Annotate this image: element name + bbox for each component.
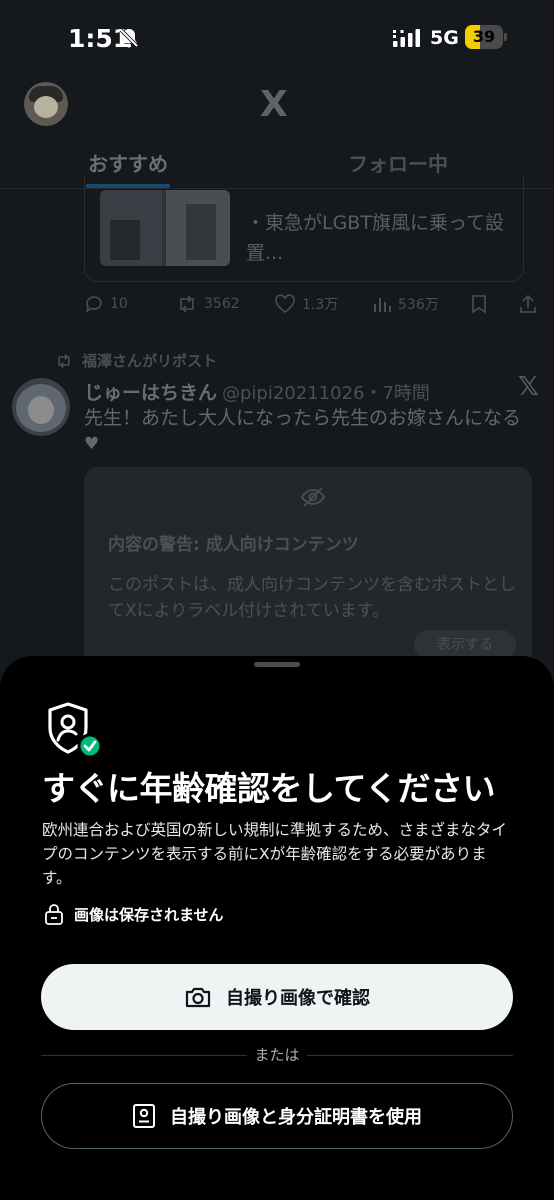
verify-with-selfie-and-id-label: 自撮り画像と身分証明書を使用	[170, 1107, 422, 1128]
repost-context: 福澤さんがリポスト	[54, 350, 217, 371]
repost-icon	[180, 295, 194, 313]
reply-button[interactable]: 10	[84, 294, 128, 314]
camera-icon	[185, 987, 211, 1008]
id-card-icon	[133, 1104, 155, 1128]
bell-muted-icon	[119, 28, 139, 48]
verify-with-selfie-label: 自撮り画像で確認	[226, 988, 370, 1009]
privacy-notice-label: 画像は保存されません	[74, 905, 224, 924]
sheet-description: 欧州連合および英国の新しい規制に準拠するため、さまざまなタイプのコンテンツを表示…	[42, 821, 508, 887]
or-label: または	[247, 1044, 307, 1065]
bookmark-icon	[472, 295, 486, 314]
cellular-signal-icon	[393, 29, 420, 47]
repost-button[interactable]: 3562	[176, 294, 240, 314]
post-actions: 10 3562 1.3万 536万	[84, 294, 544, 318]
lock-icon	[45, 904, 63, 925]
views-icon	[374, 298, 391, 312]
share-icon	[520, 294, 536, 313]
profile-avatar[interactable]	[24, 82, 68, 126]
battery-indicator: 39	[465, 25, 507, 49]
privacy-notice: 画像は保存されません	[44, 903, 224, 925]
views-count: 536万	[398, 297, 439, 313]
share-button[interactable]	[518, 294, 538, 314]
repost-icon	[58, 353, 70, 368]
network-type: 5G	[430, 27, 459, 49]
post-handle-time: @pipi20211026・7時間	[222, 383, 430, 404]
repost-count: 3562	[204, 296, 240, 312]
tab-following[interactable]: フォロー中	[348, 148, 448, 177]
warning-title: 内容の警告: 成人向けコンテンツ	[108, 535, 359, 555]
sheet-title: すぐに年齢確認をしてください	[42, 769, 496, 808]
bookmark-button[interactable]	[470, 294, 488, 314]
link-thumbnail	[100, 190, 230, 266]
tab-recommended[interactable]: おすすめ	[88, 148, 168, 177]
battery-percent: 39	[472, 27, 496, 46]
like-button[interactable]: 1.3万	[274, 294, 338, 314]
verify-with-selfie-and-id-button[interactable]: 自撮り画像と身分証明書を使用	[41, 1083, 513, 1149]
status-bar: 1:51 5G 39	[0, 0, 554, 70]
views-button[interactable]: 536万	[372, 294, 439, 314]
eye-off-icon	[300, 487, 326, 507]
link-card-text: ・東急がLGBT旗風に乗って設置...	[246, 212, 504, 264]
sheet-drag-handle[interactable]	[254, 662, 300, 667]
post-author-name[interactable]: じゅーはちきん	[84, 378, 217, 405]
post-heart-emoji: ♥	[84, 434, 100, 454]
post-text: 先生！あたし大人になったら先生のお嫁さんになる	[84, 407, 522, 429]
warning-body: このポストは、成人向けコンテンツを含むポストとしてXによりラベル付けされています…	[108, 575, 516, 621]
shield-verified-icon	[48, 702, 103, 759]
x-source-icon: 𝕏	[518, 372, 539, 402]
reply-count: 10	[110, 296, 128, 312]
reply-icon	[85, 296, 102, 313]
or-divider: または	[41, 1044, 513, 1068]
repost-by-label: 福澤さんがリポスト	[82, 352, 218, 370]
x-logo: X	[260, 84, 288, 125]
heart-icon	[275, 294, 295, 313]
like-count: 1.3万	[302, 297, 339, 313]
author-avatar[interactable]	[12, 378, 70, 436]
verify-with-selfie-button[interactable]: 自撮り画像で確認	[41, 964, 513, 1030]
